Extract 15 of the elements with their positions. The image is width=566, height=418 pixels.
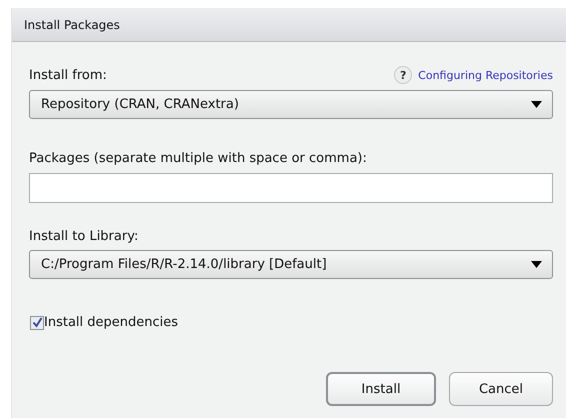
window-title: Install Packages <box>24 18 120 32</box>
field-label: Install from: <box>29 68 107 82</box>
packages-input-field[interactable] <box>29 173 553 203</box>
cancel-button[interactable]: Cancel <box>449 372 553 406</box>
dropdown-arrow-icon <box>531 261 542 268</box>
install-button[interactable]: Install <box>326 372 436 406</box>
library-dropdown[interactable]: C:/Program Files/R/R-2.14.0/library [Default] <box>29 250 553 279</box>
checkbox[interactable] <box>30 316 44 330</box>
dropdown-arrow-icon <box>531 101 542 108</box>
help-link[interactable]: Configuring Repositories <box>418 68 553 82</box>
field-label: Packages (separate multiple with space or comma): <box>29 151 368 166</box>
repository-dropdown[interactable]: Repository (CRAN, CRANextra) <box>29 90 553 119</box>
help-icon[interactable]: ? <box>394 66 412 84</box>
field-label: Install to Library: <box>29 229 140 244</box>
checkbox-label: Install dependencies <box>44 315 178 330</box>
